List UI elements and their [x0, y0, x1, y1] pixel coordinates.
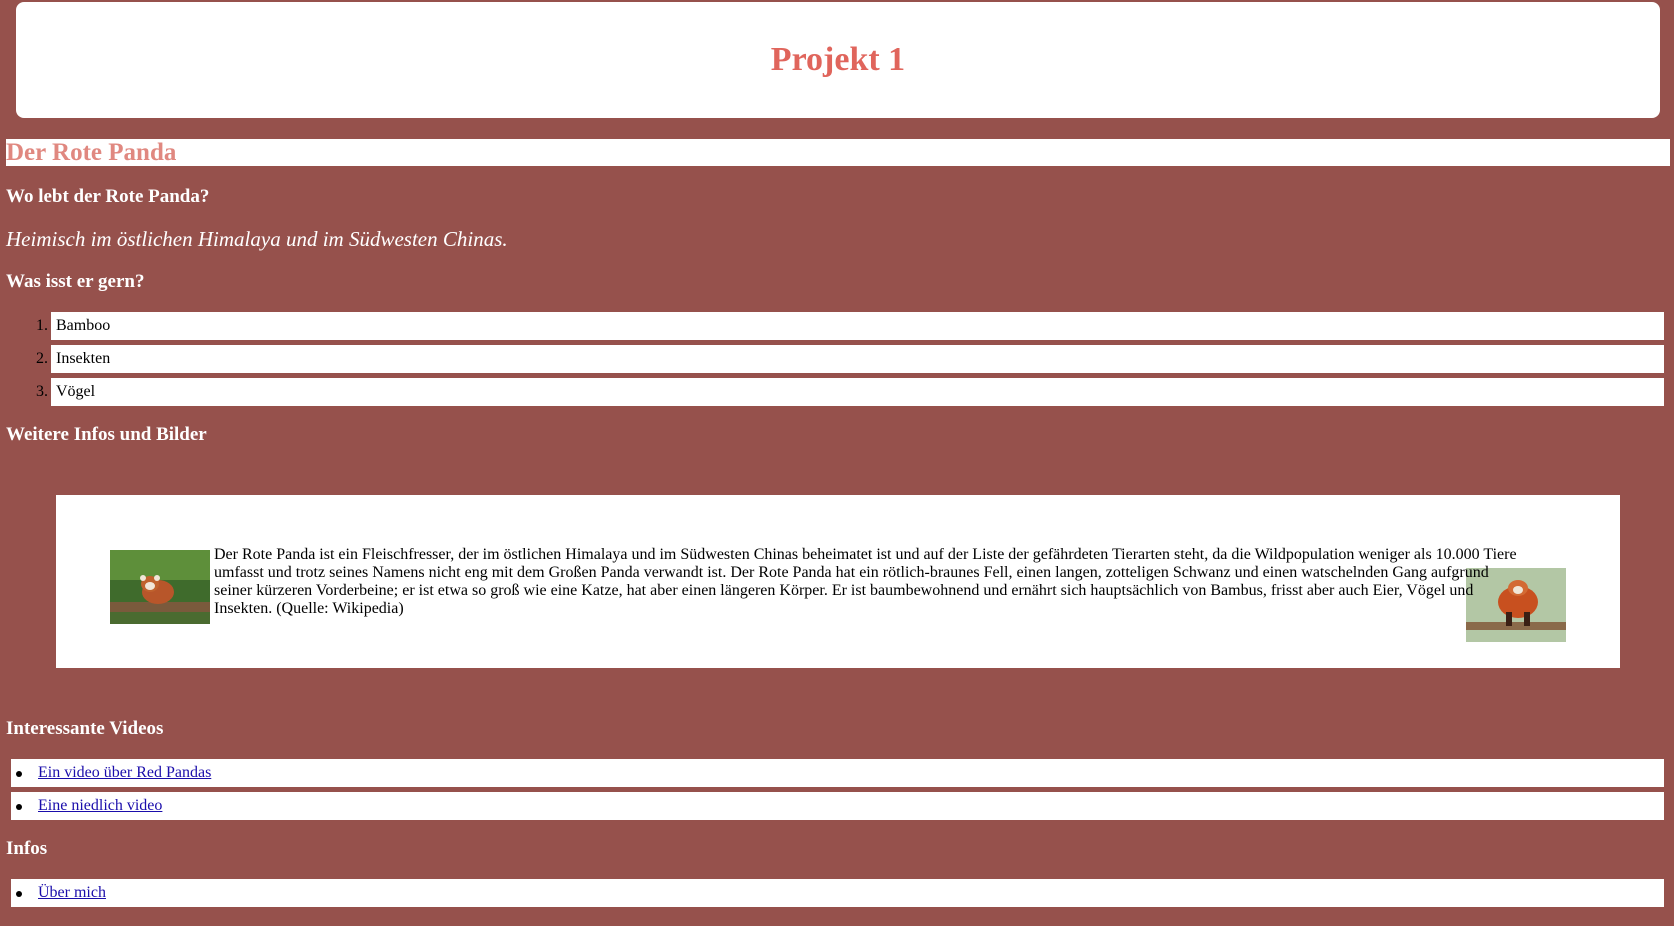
list-item: 1. Bamboo [0, 312, 1664, 340]
section-title: Der Rote Panda [6, 139, 1670, 166]
list-number: 2. [36, 350, 48, 367]
infos-heading: Infos [6, 838, 48, 859]
info-paragraph: Der Rote Panda ist ein Fleischfresser, d… [214, 546, 1517, 617]
more-info-heading: Weitere Infos und Bilder [6, 424, 207, 445]
list-item: 3. Vögel [0, 378, 1664, 406]
list-number: 3. [36, 383, 48, 400]
list-item: 2. Insekten [0, 345, 1664, 373]
list-item: Ein video über Red Pandas [11, 759, 1664, 787]
about-me-link[interactable]: Über mich [38, 879, 106, 907]
videos-heading: Interessante Videos [6, 718, 164, 739]
bullet-icon [16, 771, 22, 777]
bullet-icon [16, 891, 22, 897]
list-number: 1. [36, 317, 48, 334]
video-link-red-pandas[interactable]: Ein video über Red Pandas [38, 759, 211, 787]
page-title: Projekt 1 [770, 41, 906, 78]
question-food-heading: Was isst er gern? [6, 271, 145, 292]
habitat-answer: Heimisch im östlichen Himalaya und im Sü… [6, 227, 508, 251]
list-item: Über mich [11, 879, 1664, 907]
list-item-label: Vögel [51, 378, 1664, 406]
red-panda-image-left [110, 550, 210, 624]
page-header: Projekt 1 [16, 2, 1660, 118]
list-item-label: Insekten [51, 345, 1664, 373]
red-panda-photo-left [110, 550, 210, 624]
list-item-label: Bamboo [51, 312, 1664, 340]
question-habitat-heading: Wo lebt der Rote Panda? [6, 186, 210, 207]
bullet-icon [16, 804, 22, 810]
list-item: Eine niedlich video [11, 792, 1664, 820]
video-link-cute[interactable]: Eine niedlich video [38, 792, 162, 820]
